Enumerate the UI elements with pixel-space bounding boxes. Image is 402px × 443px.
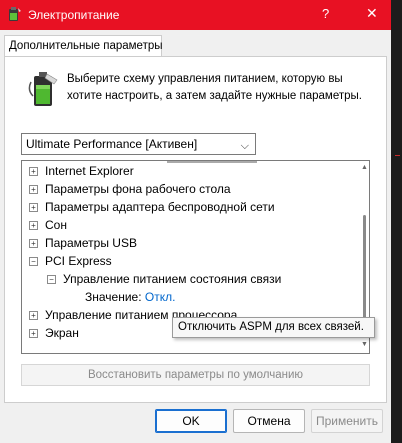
title-bar[interactable]: Электропитание ? ✕ [0,0,391,30]
expand-icon[interactable]: + [29,167,38,176]
tab-advanced-settings[interactable]: Дополнительные параметры [4,35,163,57]
scroll-up-arrow-icon[interactable]: ▲ [361,164,368,171]
tree-item-label: Параметры адаптера беспроводной сети [45,200,275,214]
collapse-icon[interactable]: − [29,257,38,266]
power-plan-select[interactable]: Ultimate Performance [Активен] ⌵ [21,133,256,155]
expand-icon[interactable]: + [29,329,38,338]
scroll-down-arrow-icon[interactable]: ▼ [361,341,368,348]
power-options-icon [9,7,21,21]
restore-defaults-button[interactable]: Восстановить параметры по умолчанию [21,364,370,386]
cancel-button[interactable]: Отмена [233,409,305,433]
battery-plug-icon [28,72,58,106]
tree-item-label: Экран [45,326,79,340]
tree-item-label: Управление питанием состояния связи [63,272,282,286]
expand-icon[interactable]: + [29,221,38,230]
collapse-icon[interactable]: − [47,275,56,284]
power-plan-select-value: Ultimate Performance [Активен] [26,137,198,151]
chevron-down-icon[interactable]: ⌵ [241,136,249,156]
desktop-edge-mark [395,155,400,156]
tree-item-label: Параметры USB [45,236,137,250]
close-button[interactable]: ✕ [366,5,378,22]
value-label: Значение: [85,290,142,304]
window-title: Электропитание [28,8,120,22]
tree-item-label: Сон [45,218,67,232]
tree-item-label: Internet Explorer [45,164,134,178]
expand-icon[interactable]: + [29,185,38,194]
scrolled-item-edge [167,161,257,163]
tree-item-label: Параметры фона рабочего стола [45,182,231,196]
tooltip: Отключить ASPM для всех связей. [172,317,375,338]
expand-icon[interactable]: + [29,311,38,320]
tree-item-label: PCI Express [45,254,112,268]
apply-button[interactable]: Применить [311,409,383,433]
background-desktop [391,0,402,443]
value-link[interactable]: Откл. [145,290,176,304]
scrollbar-thumb[interactable] [363,215,366,333]
expand-icon[interactable]: + [29,203,38,212]
expand-icon[interactable]: + [29,239,38,248]
tree-item-setting-value[interactable]: Значение: Откл. [85,288,175,306]
power-options-dialog: Электропитание ? ✕ Дополнительные параме… [0,0,391,443]
help-button[interactable]: ? [322,6,329,21]
description-text: Выберите схему управления питанием, кото… [67,73,362,102]
ok-button[interactable]: OK [155,409,227,433]
